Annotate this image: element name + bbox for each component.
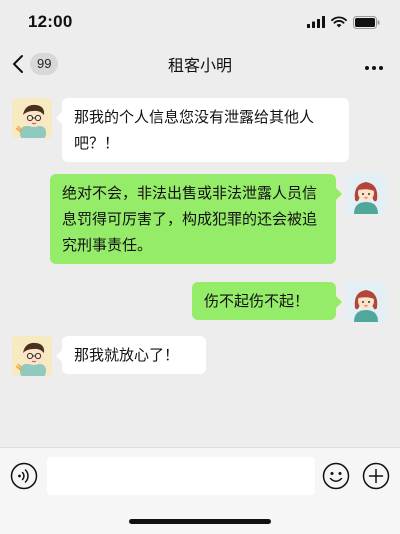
message-input[interactable]: [47, 457, 315, 495]
contact-avatar[interactable]: [12, 98, 52, 138]
girl-avatar-icon: [346, 282, 386, 322]
battery-icon: [353, 15, 380, 29]
message-bubble[interactable]: 伤不起伤不起！: [192, 282, 342, 320]
voice-icon: [10, 462, 38, 490]
contact-avatar[interactable]: [12, 336, 52, 376]
chat-title: 租客小明: [167, 56, 232, 75]
status-time: 12:00: [28, 12, 73, 31]
home-indicator[interactable]: [129, 519, 271, 524]
signal-icon: [307, 16, 325, 28]
message-row: 伤不起伤不起！: [192, 282, 386, 322]
emoji-button[interactable]: [322, 462, 350, 494]
more-actions-button[interactable]: [362, 462, 390, 494]
chat-header: 99 租客小明: [0, 44, 400, 84]
boy-avatar-icon: [12, 98, 52, 138]
status-bar: 12:00: [0, 0, 400, 44]
back-button[interactable]: 99: [12, 50, 59, 78]
voice-button[interactable]: [10, 462, 38, 494]
girl-avatar-icon: [346, 174, 386, 214]
self-avatar[interactable]: [346, 282, 386, 322]
message-bubble[interactable]: 绝对不会，非法出售或非法泄露人员信息罚得可厉害了，构成犯罪的还会被追究刑事责任。: [50, 174, 342, 264]
unread-badge: 99: [30, 53, 59, 75]
message-row: 绝对不会，非法出售或非法泄露人员信息罚得可厉害了，构成犯罪的还会被追究刑事责任。: [50, 174, 386, 264]
emoji-icon: [322, 462, 350, 490]
plus-icon: [362, 462, 390, 490]
self-avatar[interactable]: [346, 174, 386, 214]
boy-avatar-icon: [12, 336, 52, 376]
message-row: 那我的个人信息您没有泄露给其他人吧？！: [12, 98, 349, 162]
back-chevron-icon: [13, 55, 23, 73]
status-icons: [307, 15, 380, 29]
message-row: 那我就放心了！: [12, 336, 206, 376]
more-button[interactable]: [364, 56, 384, 75]
message-bubble[interactable]: 那我的个人信息您没有泄露给其他人吧？！: [56, 98, 349, 162]
wifi-icon: [331, 16, 347, 28]
message-bubble[interactable]: 那我就放心了！: [56, 336, 206, 374]
more-icon: [365, 66, 383, 70]
message-list: 那我的个人信息您没有泄露给其他人吧？！ 绝对不会，非法出售或非法泄露人员信息罚得…: [0, 84, 400, 447]
